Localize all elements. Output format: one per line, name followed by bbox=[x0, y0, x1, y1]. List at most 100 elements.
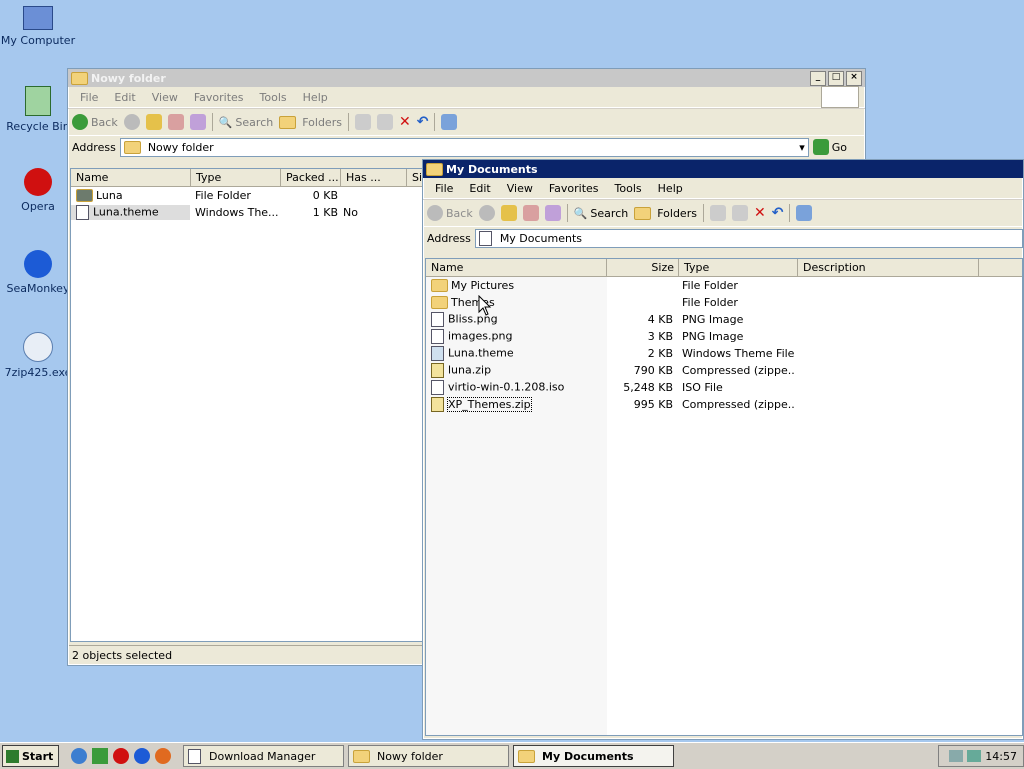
toolbar-separator bbox=[702, 204, 704, 222]
system-tray: 14:57 bbox=[938, 745, 1024, 767]
chevron-down-icon[interactable]: ▾ bbox=[799, 141, 805, 154]
clock[interactable]: 14:57 bbox=[985, 750, 1017, 763]
menu-favorites[interactable]: Favorites bbox=[186, 91, 252, 104]
address-value: My Documents bbox=[499, 231, 583, 245]
column-name[interactable]: Name bbox=[71, 169, 191, 186]
list-item[interactable]: Luna.theme 2 KB Windows Theme File bbox=[426, 345, 1022, 362]
close-button[interactable]: × bbox=[846, 70, 862, 86]
column-has[interactable]: Has ... bbox=[341, 169, 407, 186]
folders-button[interactable]: Folders bbox=[634, 206, 697, 220]
back-button[interactable]: Back bbox=[427, 205, 473, 221]
column-size[interactable]: Size bbox=[607, 259, 679, 276]
power-icon[interactable] bbox=[155, 748, 171, 764]
toolbar-separator bbox=[566, 204, 568, 222]
file-list[interactable]: Name Size Type Description My Pictures F… bbox=[425, 258, 1023, 736]
start-button[interactable]: Start bbox=[2, 745, 59, 767]
undo-icon[interactable]: ↶ bbox=[772, 205, 784, 221]
list-item[interactable]: virtio-win-0.1.208.iso 5,248 KB ISO File bbox=[426, 379, 1022, 396]
list-item[interactable]: XP_Themes.zip 995 KB Compressed (zippe..… bbox=[426, 396, 1022, 413]
move-to-icon[interactable] bbox=[167, 114, 184, 130]
desktop-icon-my-computer[interactable]: My Computer bbox=[0, 4, 76, 47]
up-folder-icon[interactable] bbox=[145, 114, 162, 130]
address-label: Address bbox=[427, 231, 471, 245]
forward-button[interactable] bbox=[123, 114, 140, 130]
maximize-button[interactable]: □ bbox=[828, 70, 844, 86]
folder-icon bbox=[76, 189, 93, 203]
up-folder-icon[interactable] bbox=[500, 205, 517, 221]
desktop-icon-seamonkey[interactable]: SeaMonkey bbox=[0, 250, 76, 295]
menu-help[interactable]: Help bbox=[650, 182, 691, 195]
views-icon[interactable] bbox=[796, 205, 813, 221]
safely-remove-icon[interactable] bbox=[967, 750, 982, 762]
documents-icon bbox=[478, 230, 492, 246]
image-file-icon bbox=[431, 329, 444, 344]
list-header: Name Size Type Description bbox=[426, 259, 1022, 277]
zip-file-icon bbox=[431, 363, 444, 378]
back-button[interactable]: Back bbox=[72, 114, 118, 130]
menu-edit[interactable]: Edit bbox=[461, 182, 498, 195]
menu-view[interactable]: View bbox=[144, 91, 186, 104]
menu-tools[interactable]: Tools bbox=[252, 91, 295, 104]
taskbar-button-download-manager[interactable]: Download Manager bbox=[183, 745, 344, 767]
delete-icon[interactable]: ✕ bbox=[754, 205, 766, 221]
menu-favorites[interactable]: Favorites bbox=[541, 182, 607, 195]
list-item[interactable]: images.png 3 KB PNG Image bbox=[426, 328, 1022, 345]
delete-icon[interactable]: ✕ bbox=[399, 114, 411, 130]
move-icon[interactable] bbox=[354, 114, 371, 130]
menu-bar: File Edit View Favorites Tools Help bbox=[423, 178, 1023, 199]
menu-view[interactable]: View bbox=[499, 182, 541, 195]
search-button[interactable]: 🔍 Search bbox=[219, 116, 274, 129]
arrow-icon[interactable] bbox=[92, 748, 108, 764]
menu-edit[interactable]: Edit bbox=[106, 91, 143, 104]
taskbar-button-my-documents[interactable]: My Documents bbox=[513, 745, 674, 767]
titlebar[interactable]: Nowy folder _ □ × bbox=[68, 69, 865, 87]
windows-logo-icon bbox=[6, 749, 19, 763]
views-icon[interactable] bbox=[441, 114, 458, 130]
list-item[interactable]: Bliss.png 4 KB PNG Image bbox=[426, 311, 1022, 328]
minimize-button[interactable]: _ bbox=[810, 70, 826, 86]
address-input[interactable]: My Documents bbox=[474, 228, 1023, 248]
folders-button[interactable]: Folders bbox=[279, 115, 342, 129]
titlebar[interactable]: My Documents bbox=[423, 160, 1023, 178]
copy-to-icon[interactable] bbox=[189, 114, 206, 130]
menu-file[interactable]: File bbox=[72, 91, 106, 104]
item-has: No bbox=[343, 206, 358, 219]
list-item[interactable]: Themes File Folder bbox=[426, 294, 1022, 311]
list-item[interactable]: My Pictures File Folder bbox=[426, 277, 1022, 294]
desktop-icon-opera[interactable]: Opera bbox=[0, 168, 76, 213]
copy-icon[interactable] bbox=[376, 114, 393, 130]
toolbar: Back 🔍 Search Folders ✕ ↶ bbox=[68, 108, 865, 136]
column-packed[interactable]: Packed ... bbox=[281, 169, 341, 186]
column-name[interactable]: Name bbox=[426, 259, 607, 276]
desktop-icon-recycle-bin[interactable]: Recycle Bin bbox=[0, 86, 76, 133]
item-type: File Folder bbox=[195, 189, 251, 202]
menu-help[interactable]: Help bbox=[295, 91, 336, 104]
copy-to-icon[interactable] bbox=[544, 205, 561, 221]
desktop-icon-7zip[interactable]: 7zip425.exe bbox=[0, 332, 76, 379]
address-input[interactable]: Nowy folder ▾ bbox=[119, 137, 809, 157]
forward-arrow-icon bbox=[478, 205, 495, 221]
desktop-icon-label: 7zip425.exe bbox=[4, 366, 72, 379]
network-icon[interactable] bbox=[949, 750, 964, 762]
column-description[interactable]: Description bbox=[798, 259, 979, 276]
menu-file[interactable]: File bbox=[427, 182, 461, 195]
opera-icon[interactable] bbox=[113, 748, 129, 764]
recycle-bin-icon bbox=[25, 86, 51, 116]
item-name: Luna.theme bbox=[93, 205, 159, 219]
list-item[interactable]: luna.zip 790 KB Compressed (zippe... bbox=[426, 362, 1022, 379]
copy-icon[interactable] bbox=[731, 205, 748, 221]
taskbar-button-nowy-folder[interactable]: Nowy folder bbox=[348, 745, 509, 767]
search-button[interactable]: 🔍 Search bbox=[574, 207, 629, 220]
menu-tools[interactable]: Tools bbox=[607, 182, 650, 195]
seamonkey-icon[interactable] bbox=[134, 748, 150, 764]
go-button[interactable]: Go bbox=[812, 139, 847, 155]
window-title: Nowy folder bbox=[91, 71, 166, 85]
undo-icon[interactable]: ↶ bbox=[417, 114, 429, 130]
forward-button[interactable] bbox=[478, 205, 495, 221]
ie-icon[interactable] bbox=[71, 748, 87, 764]
move-to-icon[interactable] bbox=[522, 205, 539, 221]
column-type[interactable]: Type bbox=[191, 169, 281, 186]
move-icon[interactable] bbox=[709, 205, 726, 221]
column-type[interactable]: Type bbox=[679, 259, 798, 276]
seamonkey-icon bbox=[24, 250, 52, 278]
